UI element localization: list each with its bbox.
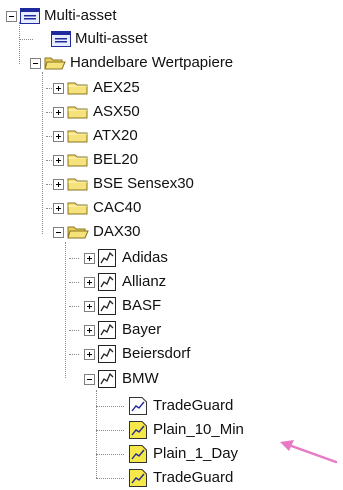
node-label: Beiersdorf [122, 345, 191, 362]
folder-icon [67, 202, 88, 215]
tree-connector [19, 39, 33, 40]
chart-document-icon [98, 297, 116, 315]
expand-toggle[interactable] [53, 154, 64, 166]
window-icon [20, 8, 40, 24]
tree-node-basf[interactable]: BASF [84, 295, 161, 317]
tree-node-plain-10-min[interactable]: Plain_10_Min [129, 419, 244, 441]
chart-document-icon [98, 249, 116, 267]
collapse-toggle[interactable] [30, 57, 41, 69]
system-yellow-icon [129, 445, 147, 463]
window-icon [51, 31, 71, 47]
tree-node-plain-1-day[interactable]: Plain_1_Day [129, 443, 238, 465]
tree-connector [42, 72, 43, 234]
node-label: Bayer [122, 321, 162, 338]
node-label: BMW [122, 370, 159, 387]
chart-document-icon [98, 370, 116, 388]
node-label: BASF [122, 297, 162, 314]
node-label: TradeGuard [153, 397, 234, 414]
tree-connector [69, 330, 79, 331]
folder-open-icon [67, 226, 89, 239]
tree-node-adidas[interactable]: Adidas [84, 247, 168, 269]
system-white-icon [129, 397, 147, 415]
node-label: CAC40 [93, 199, 142, 216]
collapse-toggle[interactable] [53, 226, 64, 238]
tree-connector [96, 430, 124, 431]
expand-toggle[interactable] [53, 82, 64, 94]
folder-icon [67, 154, 88, 167]
tree-node-multi-asset[interactable]: Multi-asset [51, 28, 148, 50]
tree-node-asx50[interactable]: ASX50 [53, 101, 140, 123]
expand-toggle[interactable] [53, 130, 64, 142]
tree-connector [69, 306, 79, 307]
node-label: Handelbare Wertpapiere [70, 54, 234, 71]
node-label: BSE Sensex30 [93, 175, 194, 192]
folder-open-icon [44, 57, 66, 70]
node-label: Adidas [122, 249, 168, 266]
node-label: DAX30 [93, 223, 141, 240]
tree-connector [69, 282, 79, 283]
expand-toggle[interactable] [84, 252, 95, 264]
node-label: Plain_10_Min [153, 421, 244, 438]
tree-connector [19, 22, 20, 64]
collapse-toggle[interactable] [6, 10, 17, 22]
expand-toggle[interactable] [53, 106, 64, 118]
node-label: TradeGuard [153, 469, 234, 486]
tree-node-bse-sensex30[interactable]: BSE Sensex30 [53, 173, 194, 195]
folder-icon [67, 82, 88, 95]
node-label: BEL20 [93, 151, 139, 168]
expand-toggle[interactable] [84, 324, 95, 336]
chart-document-icon [98, 345, 116, 363]
tree-node-bayer[interactable]: Bayer [84, 319, 161, 341]
tree-node-atx20[interactable]: ATX20 [53, 125, 138, 147]
node-label: Allianz [122, 273, 167, 290]
tree-view: Multi-asset Multi-asset Handelbare Wertp… [0, 0, 343, 490]
tree-node-dax30[interactable]: DAX30 [53, 221, 141, 243]
system-yellow-icon [129, 469, 147, 487]
expand-toggle[interactable] [53, 178, 64, 190]
chart-document-icon [98, 321, 116, 339]
tree-node-bel20[interactable]: BEL20 [53, 149, 138, 171]
tree-node-tradeguard-1[interactable]: TradeGuard [129, 395, 233, 417]
tree-node-bmw[interactable]: BMW [84, 368, 159, 390]
folder-icon [67, 106, 88, 119]
expand-toggle[interactable] [84, 348, 95, 360]
tree-node-aex25[interactable]: AEX25 [53, 77, 140, 99]
tree-connector [69, 258, 79, 259]
node-label: Plain_1_Day [153, 445, 239, 462]
tree-node-handelbare-wertpapiere[interactable]: Handelbare Wertpapiere [30, 52, 233, 74]
tree-connector [65, 242, 66, 378]
tree-connector [96, 406, 124, 407]
expand-toggle[interactable] [84, 276, 95, 288]
node-label: ASX50 [93, 103, 140, 120]
folder-icon [67, 130, 88, 143]
tree-connector [96, 454, 124, 455]
tree-node-tradeguard-2[interactable]: TradeGuard [129, 467, 233, 489]
tree-connector [96, 478, 124, 479]
node-label: AEX25 [93, 79, 140, 96]
chart-document-icon [98, 273, 116, 291]
node-label: Multi-asset [44, 7, 117, 24]
expand-toggle[interactable] [53, 202, 64, 214]
tree-node-multi-asset-root[interactable]: Multi-asset [6, 5, 117, 27]
expand-toggle[interactable] [84, 300, 95, 312]
tree-connector [96, 390, 97, 478]
tree-connector [69, 354, 79, 355]
node-label: Multi-asset [75, 30, 148, 47]
node-label: ATX20 [93, 127, 138, 144]
collapse-toggle[interactable] [84, 373, 95, 385]
annotation-arrow-icon [280, 440, 338, 464]
tree-node-beiersdorf[interactable]: Beiersdorf [84, 343, 190, 365]
folder-icon [67, 178, 88, 191]
tree-node-allianz[interactable]: Allianz [84, 271, 166, 293]
system-yellow-icon [129, 421, 147, 439]
tree-node-cac40[interactable]: CAC40 [53, 197, 141, 219]
